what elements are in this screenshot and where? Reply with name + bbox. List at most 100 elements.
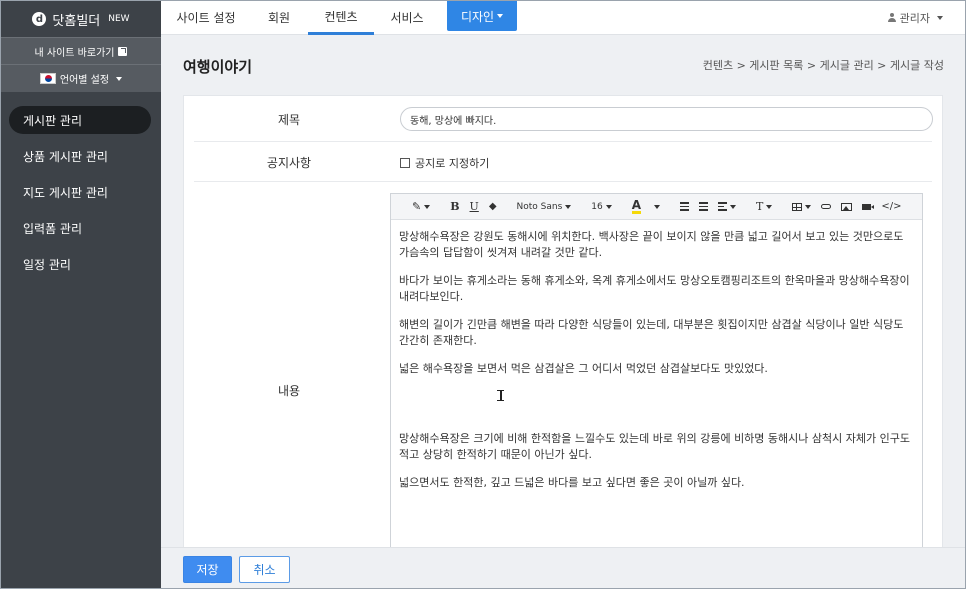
editor-content[interactable]: 망상해수욕장은 강원도 동해시에 위치한다. 백사장은 끝이 보이지 않을 만큼… [391,220,922,491]
sidebar: d 닷홈빌더 NEW 내 사이트 바로가기 언어별 설정 게시판 관리 상품 게… [1,1,161,588]
paragraph: 망상해수욕장은 크기에 비해 한적함을 느낄수도 있는데 바로 위의 강릉에 비… [399,432,910,461]
tab-members[interactable]: 회원 [255,1,303,34]
editor-toolbar: ✎ B U ◆ Noto Sans 16 A T </> [391,194,922,220]
tab-label: 사이트 설정 [176,11,236,25]
sidebar-nav: 게시판 관리 상품 게시판 관리 지도 게시판 관리 입력폼 관리 일정 관리 [1,106,161,278]
link-icon [821,204,832,209]
eraser-button[interactable]: ◆ [484,194,502,220]
eraser-icon: ◆ [488,201,497,212]
sidebar-item-schedule[interactable]: 일정 관리 [9,250,151,278]
cancel-button[interactable]: 취소 [239,556,290,583]
chevron-down-icon [424,204,431,209]
sidebar-item-label: 게시판 관리 [23,113,83,128]
sidebar-item-label: 입력폼 관리 [23,221,83,236]
code-view-button[interactable]: </> [876,194,906,220]
video-button[interactable] [857,194,876,220]
align-button[interactable] [713,194,741,220]
title-row: 제목 [194,96,933,142]
tab-label: 서비스 [390,11,424,25]
chevron-down-icon [730,204,737,209]
chevron-down-icon [937,15,943,20]
post-form: 제목 공지사항 공지로 지정하기 내용 ✎ B U ◆ Noto Sans 16… [183,95,943,550]
brand-name: 닷홈빌더 [52,13,101,29]
sidebar-item-product-board[interactable]: 상품 게시판 관리 [9,142,151,170]
user-icon [887,13,896,22]
underline-button[interactable]: U [465,194,484,220]
tab-site-settings[interactable]: 사이트 설정 [170,1,242,34]
sidebar-item-board[interactable]: 게시판 관리 [9,106,151,134]
sidebar-item-label: 지도 게시판 관리 [23,185,108,200]
chevron-down-icon [116,76,123,81]
video-icon [862,203,875,210]
code-icon: </> [881,201,902,212]
bold-button[interactable]: B [445,194,464,220]
title-label: 제목 [277,113,301,127]
sidebar-item-forms[interactable]: 입력폼 관리 [9,214,151,242]
highlight-button[interactable]: A [627,194,646,220]
chevron-down-icon [497,14,504,18]
tab-design[interactable]: 디자인 [447,1,517,31]
text-style-icon: T [756,200,764,213]
bullet-list-icon [680,202,690,211]
brand-suffix: NEW [108,14,130,24]
notice-checkbox[interactable]: 공지로 지정하기 [400,155,489,171]
rich-text-editor: ✎ B U ◆ Noto Sans 16 A T </> 망상해수욕장은 강원도… [390,193,923,549]
chevron-down-icon [565,204,572,209]
font-family-value: Noto Sans [516,201,563,212]
font-size-select[interactable]: 16 [586,194,616,220]
notice-row: 공지사항 공지로 지정하기 [194,142,932,182]
bold-icon: B [450,200,460,213]
highlight-dropdown[interactable] [646,194,665,220]
chevron-down-icon [805,204,812,209]
notice-label: 공지사항 [266,156,312,170]
sidebar-item-label: 상품 게시판 관리 [23,149,108,164]
underline-icon: U [469,200,479,213]
bullet-list-button[interactable] [675,194,694,220]
site-shortcut-label: 내 사이트 바로가기 [34,47,115,59]
paragraph: 넓으면서도 한적한, 깊고 드넓은 바다를 보고 싶다면 좋은 곳이 아닐까 싶… [399,476,745,489]
chevron-down-icon [654,204,661,209]
image-button[interactable] [836,194,857,220]
sidebar-item-map-board[interactable]: 지도 게시판 관리 [9,178,151,206]
top-nav: 사이트 설정 회원 컨텐츠 서비스 디자인 관리자 [161,1,965,35]
paragraph: 망상해수욕장은 강원도 동해시에 위치한다. 백사장은 끝이 보이지 않을 만큼… [399,230,904,259]
text-cursor-icon [497,390,504,401]
font-family-select[interactable]: Noto Sans [512,194,577,220]
align-icon [718,202,728,211]
brand-logo[interactable]: d 닷홈빌더 NEW [1,1,161,37]
link-button[interactable] [816,194,836,220]
language-dropdown[interactable]: 언어별 설정 [1,64,161,92]
paragraph: 바다가 보이는 휴게소라는 동해 휴게소와, 옥계 휴게소에서도 망상오토캠핑리… [399,274,910,303]
paragraph: 해변의 길이가 긴만큼 해변을 따라 다양한 식당들이 있는데, 대부분은 횟집… [399,318,904,347]
breadcrumb: 컨텐츠 > 게시판 목록 > 게시글 관리 > 게시글 작성 [702,59,944,72]
highlight-icon: A [631,197,642,214]
paragraph: 넓은 해수욕장을 보면서 먹은 삼겹살은 그 어디서 먹었던 삼겹살보다도 맛있… [399,362,768,375]
page-title: 여행이야기 [183,58,253,76]
user-menu[interactable]: 관리자 [887,1,943,34]
form-footer: 저장 취소 [161,547,965,588]
user-name: 관리자 [899,11,930,25]
tab-services[interactable]: 서비스 [379,1,435,34]
tab-contents[interactable]: 컨텐츠 [308,1,374,35]
font-size-value: 16 [591,201,603,212]
tab-label: 회원 [267,11,291,25]
magic-wand-icon[interactable]: ✎ [407,194,435,220]
text-style-button[interactable]: T [751,194,777,220]
numbered-list-icon [699,202,709,211]
empty-paragraph [399,389,914,419]
site-shortcut-button[interactable]: 내 사이트 바로가기 [1,37,161,64]
title-input[interactable] [400,107,933,131]
tab-label: 디자인 [460,9,495,24]
table-icon [792,202,803,211]
language-label: 언어별 설정 [59,75,110,86]
tab-label: 컨텐츠 [324,10,358,24]
table-button[interactable] [787,194,816,220]
external-link-icon [118,46,128,56]
notice-checkbox-label: 공지로 지정하기 [415,157,490,170]
logo-icon: d [32,12,47,26]
save-button[interactable]: 저장 [183,556,232,583]
numbered-list-button[interactable] [694,194,713,220]
image-icon [841,202,853,211]
chevron-down-icon [605,204,612,209]
sidebar-item-label: 일정 관리 [23,257,71,272]
